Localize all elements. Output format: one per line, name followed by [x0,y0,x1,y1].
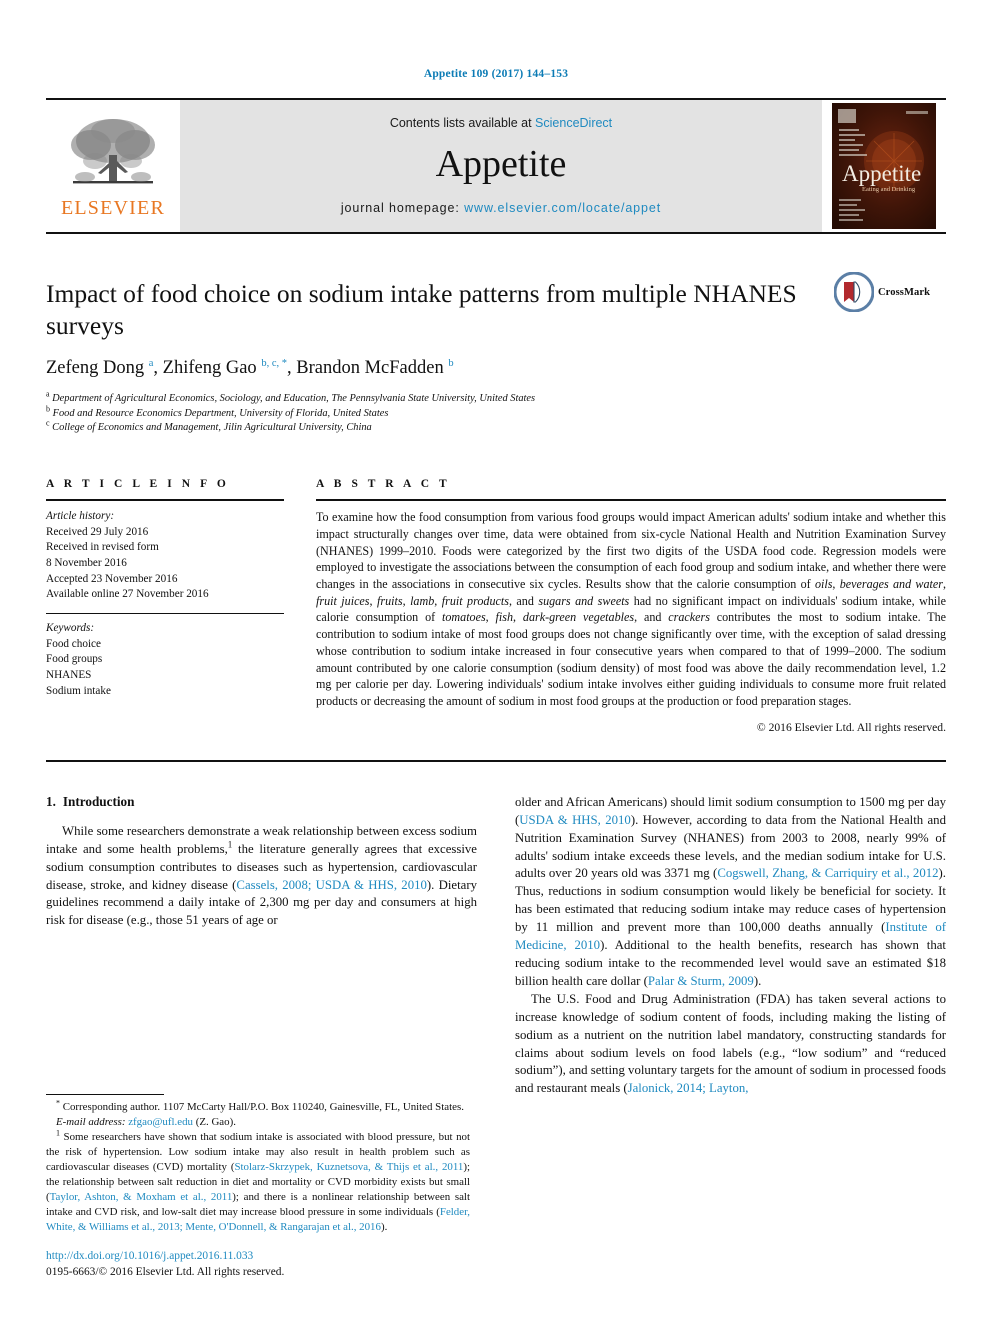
footnote-corresponding-author: * Corresponding author. 1107 McCarty Hal… [56,1097,464,1113]
crossmark-badge-group[interactable]: CrossMark [834,272,946,312]
section-heading-introduction: 1. Introduction [46,794,477,810]
footnote-block: * Corresponding author. 1107 McCarty Hal… [46,1093,470,1235]
affiliation-item: b Food and Resource Economics Department… [46,404,826,422]
keyword-item: Food choice [46,637,101,650]
affiliation-text: College of Economics and Management, Jil… [52,422,372,434]
elsevier-tree-icon [71,118,155,183]
article-history-label: Article history: [46,510,115,523]
body-column-left: 1. Introduction While some researchers de… [46,794,477,1098]
affiliation-list: a Department of Agricultural Economics, … [46,389,826,436]
article-info-heading: A R T I C L E I N F O [46,478,230,491]
divider [46,613,284,615]
doi-link[interactable]: http://dx.doi.org/10.1016/j.appet.2016.1… [46,1248,486,1265]
history-line: 8 November 2016 [46,557,127,570]
running-head: Appetite 109 (2017) 144–153 [423,68,569,80]
info-abstract-row: A R T I C L E I N F O Article history: R… [46,478,946,734]
abstract-heading: A B S T R A C T [316,478,451,491]
email-owner: (Z. Gao). [195,1115,236,1128]
keywords-label: Keywords: [46,622,95,635]
journal-homepage-link[interactable]: www.elsevier.com/locate/appet [464,201,661,215]
affiliation-mark: b [46,404,50,414]
intro-paragraph-left: While some researchers demonstrate a wea… [46,823,477,928]
history-line: Received 29 July 2016 [46,525,149,538]
affiliation-text: Department of Agricultural Economics, So… [52,392,536,404]
article-info-column: A R T I C L E I N F O Article history: R… [46,478,284,734]
title-block: CrossMark Impact of food choice on sodiu… [46,272,946,436]
abstract-copyright: © 2016 Elsevier Ltd. All rights reserved… [756,720,946,734]
journal-masthead: ELSEVIER Contents lists available at Sci… [46,98,946,234]
publisher-logo: ELSEVIER [46,100,180,232]
masthead-center: Contents lists available at ScienceDirec… [180,100,822,232]
affiliation-item: c College of Economics and Management, J… [46,418,826,436]
author-list: Zefeng Dong a, Zhifeng Gao b, c, *, Bran… [46,357,454,378]
history-line: Accepted 23 November 2016 [46,572,178,585]
keyword-item: NHANES [46,669,92,682]
intro-paragraph-right-2: The U.S. Food and Drug Administration (F… [515,991,946,1096]
sciencedirect-link[interactable]: ScienceDirect [535,116,612,130]
journal-title: Appetite [435,143,567,186]
keyword-item: Food groups [46,653,103,666]
body-columns: 1. Introduction While some researchers de… [46,794,946,1098]
affiliation-mark: a [46,389,50,399]
footnote-note-1: 1 Some researchers have shown that sodiu… [46,1128,470,1233]
crossmark-icon[interactable] [834,272,874,312]
section-divider [46,759,946,762]
affiliation-mark: c [46,418,50,428]
publication-footer: http://dx.doi.org/10.1016/j.appet.2016.1… [46,1248,486,1281]
journal-cover-thumbnail: Appetite Eating and Drinking [822,100,946,232]
journal-cover-icon: Appetite Eating and Drinking [832,103,936,229]
abstract-text: To examine how the food consumption from… [316,510,947,709]
history-line: Available online 27 November 2016 [46,588,209,601]
email-link[interactable]: zfgao@ufl.edu [128,1116,193,1128]
svg-text:Eating and Drinking: Eating and Drinking [862,186,916,193]
history-line: Received in revised form [46,541,159,554]
contents-list-line: Contents lists available at ScienceDirec… [390,116,612,130]
page-title: Impact of food choice on sodium intake p… [46,279,797,340]
keywords-block: Keywords: Food choice Food groups NHANES… [46,621,284,699]
footnote-email: E-mail address: zfgao@ufl.edu (Z. Gao). [46,1115,470,1130]
issn-copyright-line: 0195-6663/© 2016 Elsevier Ltd. All right… [46,1266,285,1279]
homepage-prefix: journal homepage: [340,200,465,215]
elsevier-wordmark: ELSEVIER [60,196,166,219]
affiliation-text: Food and Resource Economics Department, … [52,407,389,419]
divider [316,499,946,502]
article-history: Article history: Received 29 July 2016 R… [46,509,284,603]
crossmark-label: CrossMark [878,286,931,298]
contents-prefix: Contents lists available at [389,116,536,131]
article-page: Appetite 109 (2017) 144–153 ELSEVIER Con… [0,0,992,1323]
journal-homepage-line: journal homepage: www.elsevier.com/locat… [341,201,661,215]
divider [46,499,284,502]
body-column-right: older and African Americans) should limi… [515,794,946,1098]
abstract-column: A B S T R A C T To examine how the food … [316,478,946,734]
keyword-item: Sodium intake [46,684,111,697]
footnote-divider [46,1093,164,1095]
affiliation-item: a Department of Agricultural Economics, … [46,389,826,407]
email-label: E-mail address: [56,1115,126,1128]
section-title: Introduction [62,793,135,809]
intro-paragraph-right-1: older and African Americans) should limi… [515,794,946,988]
svg-text:Appetite: Appetite [842,161,921,186]
section-number: 1. [46,793,56,809]
